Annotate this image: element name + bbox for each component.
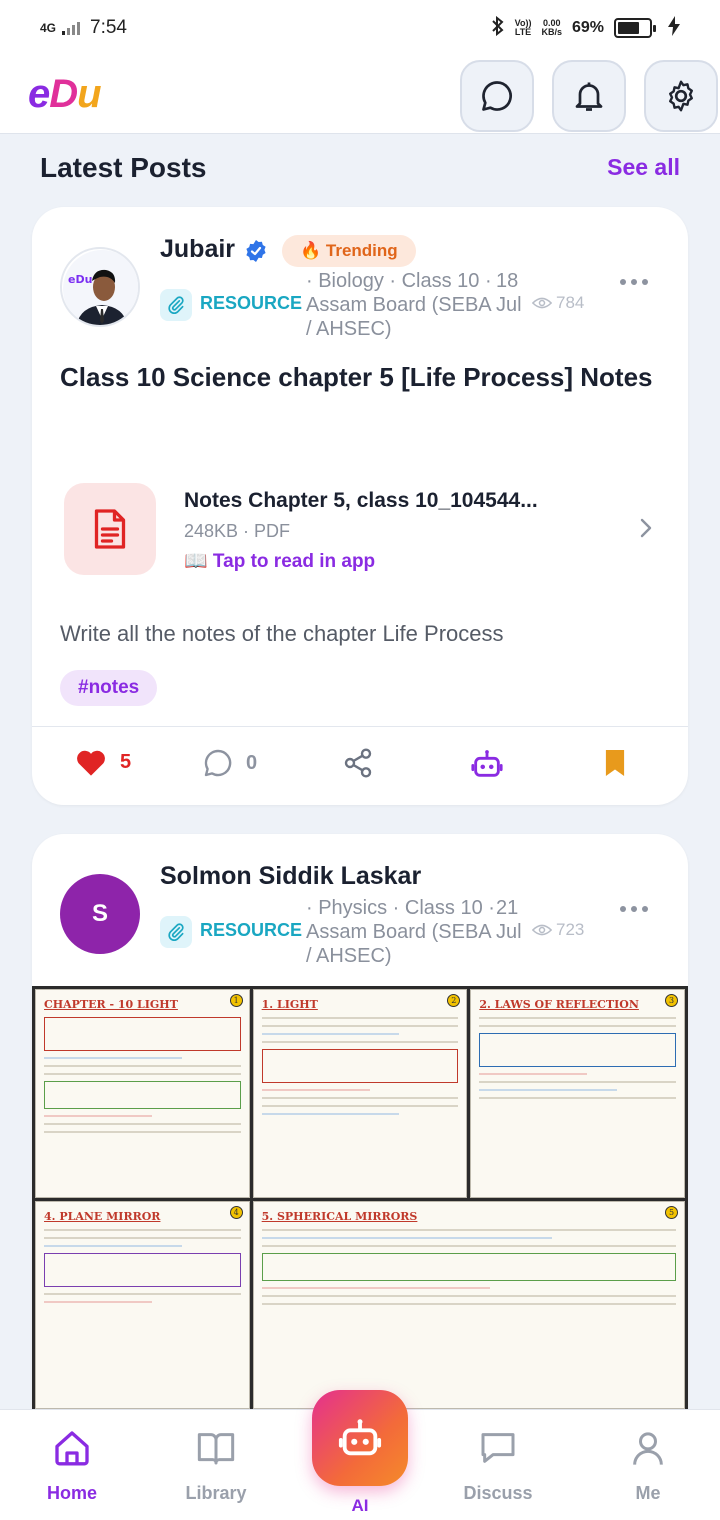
post-card[interactable]: eDu Jubair 🔥 Trending RESOURCE · Biology… [32, 207, 688, 805]
see-all-link[interactable]: See all [607, 154, 680, 181]
share-icon [344, 748, 372, 778]
network-type: 4G [40, 21, 57, 35]
chat-bubble-icon [482, 81, 512, 111]
robot-icon [338, 1419, 382, 1456]
nav-ai-label[interactable]: AI [320, 1496, 400, 1516]
bell-icon [575, 82, 603, 111]
post-meta: · Biology · Class 10 · Assam Board (SEBA… [306, 270, 492, 340]
notes-panel: 2 1. LIGHT [252, 989, 468, 1198]
status-bar: 4G 7:54 Vo)) LTE 0.00 KB/s 69% [0, 0, 720, 56]
edu-logo[interactable]: eDu [28, 72, 102, 117]
more-options-icon[interactable] [620, 279, 648, 285]
like-button[interactable]: 5 [74, 747, 131, 777]
comment-button[interactable]: 0 [202, 747, 257, 779]
view-count: 784 [532, 293, 584, 313]
ai-assistant-button[interactable] [470, 747, 504, 781]
divider [32, 726, 688, 727]
attachment-card[interactable]: Notes Chapter 5, class 10_104544... 248K… [64, 483, 664, 575]
paperclip-icon [160, 289, 192, 321]
svg-text:eDu: eDu [68, 273, 92, 286]
chevron-right-icon [638, 517, 654, 544]
bookmark-icon [605, 750, 625, 776]
author-name[interactable]: Jubair [160, 235, 235, 264]
ai-fab-button[interactable] [312, 1390, 408, 1486]
notes-panel: 1 CHAPTER - 10 LIGHT [35, 989, 250, 1198]
comment-icon [204, 749, 232, 777]
view-count: 723 [532, 920, 584, 940]
nav-home[interactable]: Home [12, 1428, 132, 1504]
avatar[interactable]: S [60, 874, 140, 954]
bluetooth-icon [491, 15, 505, 41]
post-actions: 5 0 [32, 747, 688, 787]
pdf-file-icon [64, 483, 156, 575]
like-count: 5 [120, 750, 132, 773]
more-options-icon[interactable] [620, 906, 648, 912]
hashtag[interactable]: #notes [60, 670, 158, 706]
nav-library[interactable]: Library [156, 1428, 276, 1504]
post-description: Write all the notes of the chapter Life … [60, 621, 504, 646]
nav-me[interactable]: Me [588, 1428, 708, 1504]
read-in-app-link[interactable]: 📖 Tap to read in app [184, 549, 375, 573]
bookmark-button[interactable] [602, 747, 628, 779]
comment-count: 0 [246, 751, 258, 774]
eye-icon [532, 924, 552, 936]
avatar[interactable]: eDu [60, 247, 140, 327]
attachment-name: Notes Chapter 5, class 10_104544... [184, 489, 538, 512]
attachment-info: 248KB · PDF [184, 521, 291, 541]
post-image[interactable]: 1 CHAPTER - 10 LIGHT 2 1. LIGHT 3 2. LAW… [32, 986, 688, 1412]
home-icon [55, 1431, 89, 1466]
battery-icon [614, 18, 656, 38]
discuss-icon [481, 1433, 515, 1463]
user-icon [633, 1432, 663, 1465]
gear-icon [669, 80, 693, 112]
notes-panel: 3 2. LAWS OF REFLECTION [470, 989, 685, 1198]
post-title[interactable]: Class 10 Science chapter 5 [Life Process… [60, 359, 660, 395]
post-card[interactable]: S Solmon Siddik Laskar RESOURCE · Physic… [32, 834, 688, 1454]
heart-icon [77, 750, 105, 776]
author-name[interactable]: Solmon Siddik Laskar [160, 862, 421, 891]
battery-percent: 69% [571, 19, 604, 36]
nav-discuss[interactable]: Discuss [438, 1428, 558, 1504]
post-meta: · Physics · Class 10 · Assam Board (SEBA… [306, 897, 495, 967]
clock: 7:54 [90, 17, 127, 38]
robot-icon [471, 750, 503, 777]
section-title: Latest Posts [40, 152, 207, 183]
trending-badge: 🔥 Trending [282, 235, 416, 267]
notifications-button[interactable] [552, 60, 626, 132]
volte-indicator: Vo)) LTE [514, 18, 532, 37]
book-icon [197, 1433, 235, 1465]
verified-badge-icon [244, 239, 268, 268]
charging-icon [668, 15, 680, 41]
post-type-label: RESOURCE [200, 920, 303, 940]
notes-panel: 4 4. PLANE MIRROR [35, 1200, 250, 1409]
settings-button[interactable] [644, 60, 718, 132]
signal-icon [62, 21, 81, 35]
app-header: eDu [0, 56, 720, 134]
post-type-label: RESOURCE [200, 293, 303, 313]
share-button[interactable] [342, 747, 374, 779]
notes-panel: 5 5. SPHERICAL MIRRORS [252, 1200, 685, 1409]
network-speed: 0.00 KB/s [541, 18, 562, 37]
messages-button[interactable] [460, 60, 534, 132]
eye-icon [532, 297, 552, 309]
avatar-letter: S [91, 900, 108, 927]
paperclip-icon [160, 916, 192, 948]
